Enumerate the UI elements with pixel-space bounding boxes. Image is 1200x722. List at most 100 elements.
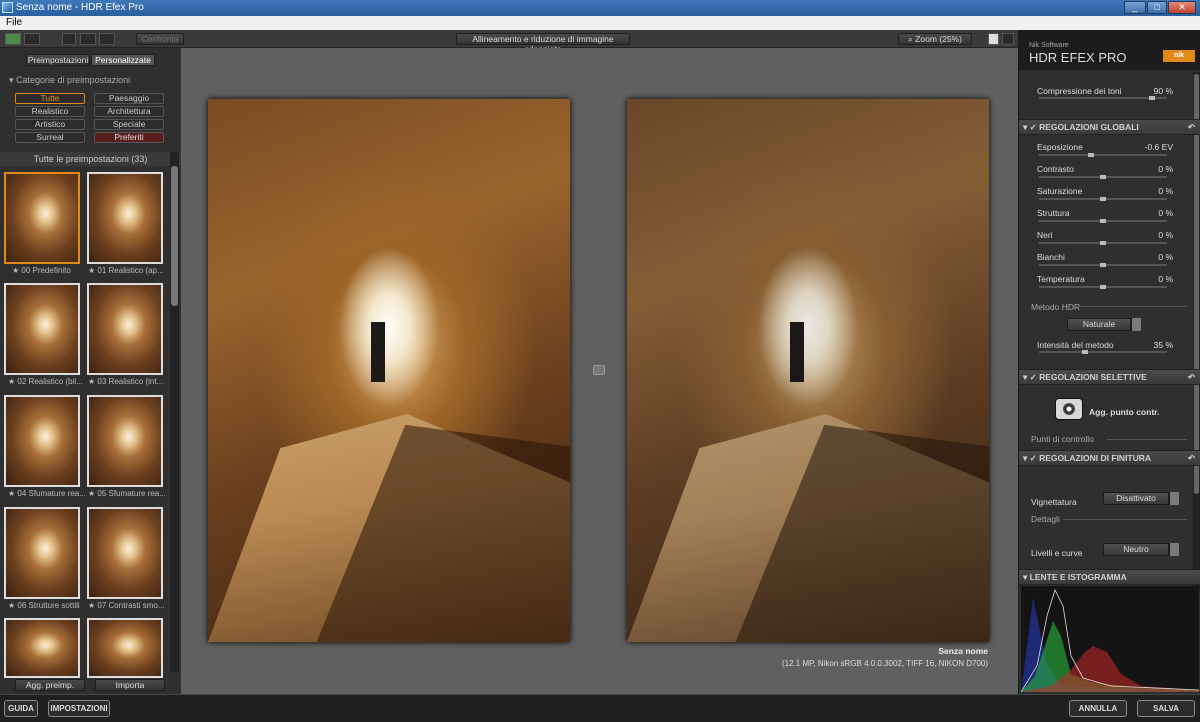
global-slider[interactable] bbox=[1039, 219, 1167, 223]
slider-knob[interactable] bbox=[1100, 219, 1106, 223]
global-slider[interactable] bbox=[1039, 285, 1167, 289]
tone-compression-row: Compressione dei toni 90 % bbox=[1037, 86, 1173, 96]
slider-label: Bianchi bbox=[1037, 252, 1065, 262]
levels-curves-label: Livelli e curve bbox=[1031, 548, 1083, 558]
method-intensity-row: Intensità del metodo 35 % bbox=[1037, 340, 1173, 350]
scrollbar-thumb[interactable] bbox=[171, 166, 178, 306]
image-door bbox=[789, 321, 804, 382]
fullscreen-icon[interactable] bbox=[1002, 33, 1014, 45]
categories-title[interactable]: ▾ Categorie di preimpostazioni bbox=[9, 75, 130, 86]
presets-scrollbar[interactable] bbox=[170, 152, 179, 672]
slider-knob[interactable] bbox=[1100, 263, 1106, 267]
help-button[interactable]: GUIDA bbox=[4, 700, 38, 717]
close-button[interactable]: ✕ bbox=[1168, 1, 1196, 14]
slider-label: Saturazione bbox=[1037, 186, 1083, 196]
category-landscape[interactable]: Paesaggio bbox=[94, 93, 164, 104]
slider-knob[interactable] bbox=[1100, 197, 1106, 201]
divider bbox=[1063, 519, 1187, 520]
collapse-arrow-icon: ▾ ✓ bbox=[1023, 372, 1040, 382]
preset-thumb-4[interactable] bbox=[4, 395, 80, 487]
global-slider[interactable] bbox=[1039, 241, 1167, 245]
loupe-histogram-header[interactable]: ▾ LENTE E ISTOGRAMMA bbox=[1019, 569, 1200, 585]
cancel-button[interactable]: ANNULLA bbox=[1069, 700, 1127, 717]
global-slider[interactable] bbox=[1039, 153, 1167, 157]
hdr-method-dropdown[interactable]: Naturale bbox=[1067, 318, 1131, 331]
global-slider[interactable] bbox=[1039, 263, 1167, 267]
maximize-button[interactable]: □ bbox=[1147, 1, 1167, 14]
view-side-by-side-icon[interactable] bbox=[99, 33, 115, 45]
global-slider-row: Bianchi 0 % bbox=[1037, 252, 1173, 262]
preset-thumb-2[interactable] bbox=[4, 283, 80, 375]
zoom-dropdown[interactable]: ⌕ Zoom (25%) bbox=[898, 33, 972, 45]
slider-value: -0.6 EV bbox=[1144, 142, 1173, 152]
preset-thumb-5[interactable] bbox=[87, 395, 163, 487]
compare-button[interactable]: Confronta bbox=[136, 33, 184, 45]
scrollbar-thumb[interactable] bbox=[1194, 74, 1199, 494]
zoom-label: Zoom (25%) bbox=[915, 34, 962, 44]
minimize-button[interactable]: _ bbox=[1124, 1, 1146, 14]
chevron-down-icon[interactable] bbox=[1169, 492, 1179, 505]
chevron-down-icon[interactable] bbox=[1169, 543, 1179, 556]
category-artistic[interactable]: Artistico bbox=[15, 119, 85, 130]
preset-thumb-8[interactable] bbox=[4, 618, 80, 678]
import-button[interactable]: Importa bbox=[95, 679, 165, 691]
preset-thumb-7[interactable] bbox=[87, 507, 163, 599]
method-intensity-slider[interactable] bbox=[1039, 350, 1167, 354]
collapse-arrow-icon: ▾ ✓ bbox=[1023, 122, 1040, 132]
nik-logo: nik bbox=[1163, 50, 1195, 62]
add-control-point-button[interactable] bbox=[1055, 398, 1083, 420]
category-special[interactable]: Speciale bbox=[94, 119, 164, 130]
slider-knob[interactable] bbox=[1100, 285, 1106, 289]
preset-thumb-9[interactable] bbox=[87, 618, 163, 678]
menu-file[interactable]: File bbox=[6, 17, 22, 28]
selective-adjustments-header[interactable]: ▾ ✓ REGOLAZIONI SELETTIVE ↶ bbox=[1019, 369, 1200, 385]
vignette-dropdown[interactable]: Disattivato bbox=[1103, 492, 1169, 505]
global-adjustments-header[interactable]: ▾ ✓ REGOLAZIONI GLOBALI ↶ bbox=[1019, 119, 1200, 135]
preset-thumb-6[interactable] bbox=[4, 507, 80, 599]
align-button[interactable]: Allineamento e riduzione di immagine sdo… bbox=[456, 33, 630, 54]
split-view-icon[interactable] bbox=[24, 33, 40, 45]
tab-presets[interactable]: Preimpostazioni bbox=[26, 54, 90, 66]
category-all[interactable]: Tutte bbox=[15, 93, 85, 104]
preset-thumb-1[interactable] bbox=[87, 172, 163, 264]
view-split-icon[interactable] bbox=[80, 33, 96, 45]
chevron-down-icon[interactable] bbox=[1131, 318, 1141, 331]
save-button[interactable]: SALVA bbox=[1137, 700, 1195, 717]
pin-icon[interactable] bbox=[988, 33, 999, 45]
global-slider[interactable] bbox=[1039, 175, 1167, 179]
tab-custom[interactable]: Personalizzate bbox=[91, 54, 155, 66]
add-control-point-label[interactable]: Agg. punto contr. bbox=[1089, 407, 1159, 417]
details-label[interactable]: Dettagli bbox=[1031, 514, 1060, 524]
slider-knob[interactable] bbox=[1100, 175, 1106, 179]
panel-scrollbar[interactable] bbox=[1193, 72, 1200, 594]
category-surreal[interactable]: Surreal bbox=[15, 132, 85, 143]
slider-knob[interactable] bbox=[1082, 350, 1088, 354]
view-single-icon[interactable] bbox=[62, 33, 76, 45]
star-icon: ★ bbox=[88, 377, 98, 386]
slider-knob[interactable] bbox=[1100, 241, 1106, 245]
preset-label-2: ★ 02 Realistico (bil... bbox=[8, 377, 83, 386]
file-name: Senza nome bbox=[938, 646, 988, 656]
slider-knob[interactable] bbox=[1088, 153, 1094, 157]
brand-title: HDR EFEX PRO bbox=[1029, 50, 1127, 65]
swap-icon[interactable] bbox=[593, 365, 605, 375]
category-architecture[interactable]: Architettura bbox=[94, 106, 164, 117]
preset-thumb-3[interactable] bbox=[87, 283, 163, 375]
slider-knob[interactable] bbox=[1149, 96, 1155, 100]
divider bbox=[1107, 439, 1187, 440]
category-realistic[interactable]: Realistico bbox=[15, 106, 85, 117]
single-view-icon[interactable] bbox=[5, 33, 21, 45]
add-preset-button[interactable]: Agg. preimp. bbox=[15, 679, 85, 691]
slider-value: 0 % bbox=[1158, 230, 1173, 240]
global-slider[interactable] bbox=[1039, 197, 1167, 201]
levels-curves-dropdown[interactable]: Neutro bbox=[1103, 543, 1169, 556]
hdr-method-label: Metodo HDR bbox=[1031, 302, 1081, 312]
preset-thumb-0[interactable] bbox=[4, 172, 80, 264]
control-points-label[interactable]: Punti di controllo bbox=[1031, 434, 1094, 444]
collapse-arrow-icon: ▾ ✓ bbox=[1023, 453, 1040, 463]
settings-button[interactable]: IMPOSTAZIONI bbox=[48, 700, 110, 717]
tone-compression-slider[interactable] bbox=[1039, 96, 1167, 100]
star-icon: ★ bbox=[88, 601, 98, 610]
category-favorites[interactable]: Preferiti bbox=[94, 132, 164, 143]
finishing-adjustments-header[interactable]: ▾ ✓ REGOLAZIONI DI FINITURA ↶ bbox=[1019, 450, 1200, 466]
